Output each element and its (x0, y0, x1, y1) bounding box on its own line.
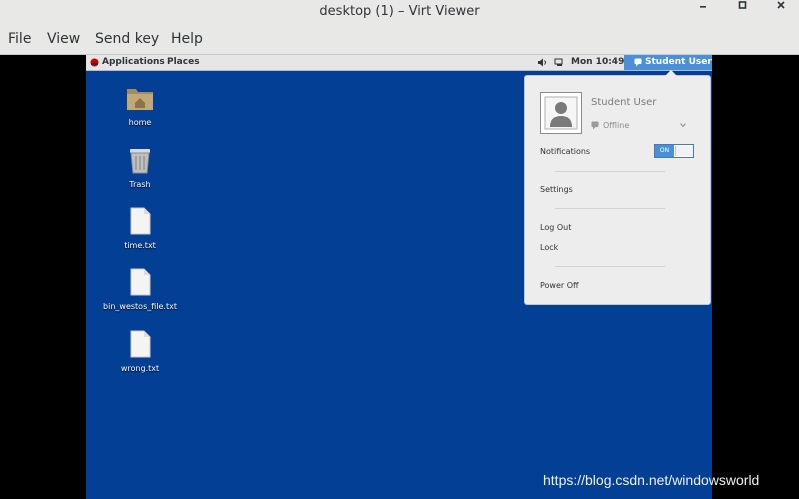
popup-arrow (665, 70, 677, 76)
close-button[interactable] (768, 0, 794, 26)
log-out-item[interactable]: Log Out (540, 223, 571, 232)
chat-status-icon (591, 121, 599, 130)
desktop-icon-label: bin_westos_file.txt (103, 302, 177, 311)
user-menu-popup: Student User Offline Notifications ON Se… (524, 70, 711, 305)
separator (555, 208, 665, 209)
maximize-icon (738, 1, 747, 9)
status-label: Offline (603, 121, 630, 130)
minimize-icon (700, 6, 706, 8)
power-off-item[interactable]: Power Off (540, 281, 579, 290)
avatar[interactable] (540, 92, 582, 134)
menu-send-key[interactable]: Send key (95, 31, 159, 47)
watermark: https://blog.csdn.net/windowsworld (543, 472, 760, 488)
maximize-button[interactable] (729, 0, 755, 26)
desktop-icon-label: wrong.txt (120, 364, 160, 373)
separator (555, 171, 665, 172)
notifications-label: Notifications (540, 147, 591, 156)
desktop-icon-home[interactable]: home (92, 84, 188, 127)
trash-icon (130, 149, 150, 174)
menu-view[interactable]: View (47, 31, 80, 47)
network-icon[interactable] (554, 58, 565, 67)
chevron-down-icon (680, 123, 686, 128)
desktop-icon-trash[interactable]: Trash (92, 146, 188, 189)
settings-item[interactable]: Settings (540, 185, 573, 194)
window-titlebar: desktop (1) – Virt Viewer (0, 0, 799, 28)
volume-icon[interactable] (537, 58, 547, 67)
user-menu-label: Student User (645, 57, 712, 67)
close-icon (777, 1, 785, 9)
lock-item[interactable]: Lock (540, 243, 558, 252)
redhat-logo-icon (90, 58, 99, 67)
gnome-top-bar: Applications Places Mon 10:49 Student Us… (86, 55, 712, 71)
separator (555, 266, 665, 267)
clock[interactable]: Mon 10:49 (571, 57, 624, 67)
menu-help[interactable]: Help (171, 31, 203, 47)
user-menu-button[interactable]: Student User (624, 55, 712, 70)
user-avatar-icon (544, 96, 578, 130)
minimize-button[interactable] (690, 0, 716, 26)
notifications-toggle[interactable]: ON (654, 144, 694, 158)
user-name: Student User (591, 97, 657, 108)
desktop-icon-label: time.txt (124, 241, 156, 250)
desktop-icon-bin-westos-file[interactable]: bin_westos_file.txt (92, 268, 188, 311)
folder-home-icon (127, 89, 153, 110)
chat-status-icon (634, 58, 642, 67)
desktop-icon-label: home (128, 118, 152, 127)
text-file-icon (130, 268, 151, 296)
places-menu[interactable]: Places (167, 57, 200, 67)
desktop-icon-label: Trash (129, 180, 151, 189)
toggle-on-label: ON (655, 145, 674, 157)
toggle-knob (675, 146, 693, 156)
menu-file[interactable]: File (8, 31, 31, 47)
window-title: desktop (1) – Virt Viewer (319, 4, 480, 19)
desktop-icon-time-txt[interactable]: time.txt (92, 207, 188, 250)
applications-menu[interactable]: Applications (102, 57, 165, 67)
text-file-icon (130, 330, 151, 358)
desktop-icon-wrong-txt[interactable]: wrong.txt (92, 330, 188, 373)
menubar: File View Send key Help (0, 27, 799, 55)
text-file-icon (130, 207, 151, 235)
